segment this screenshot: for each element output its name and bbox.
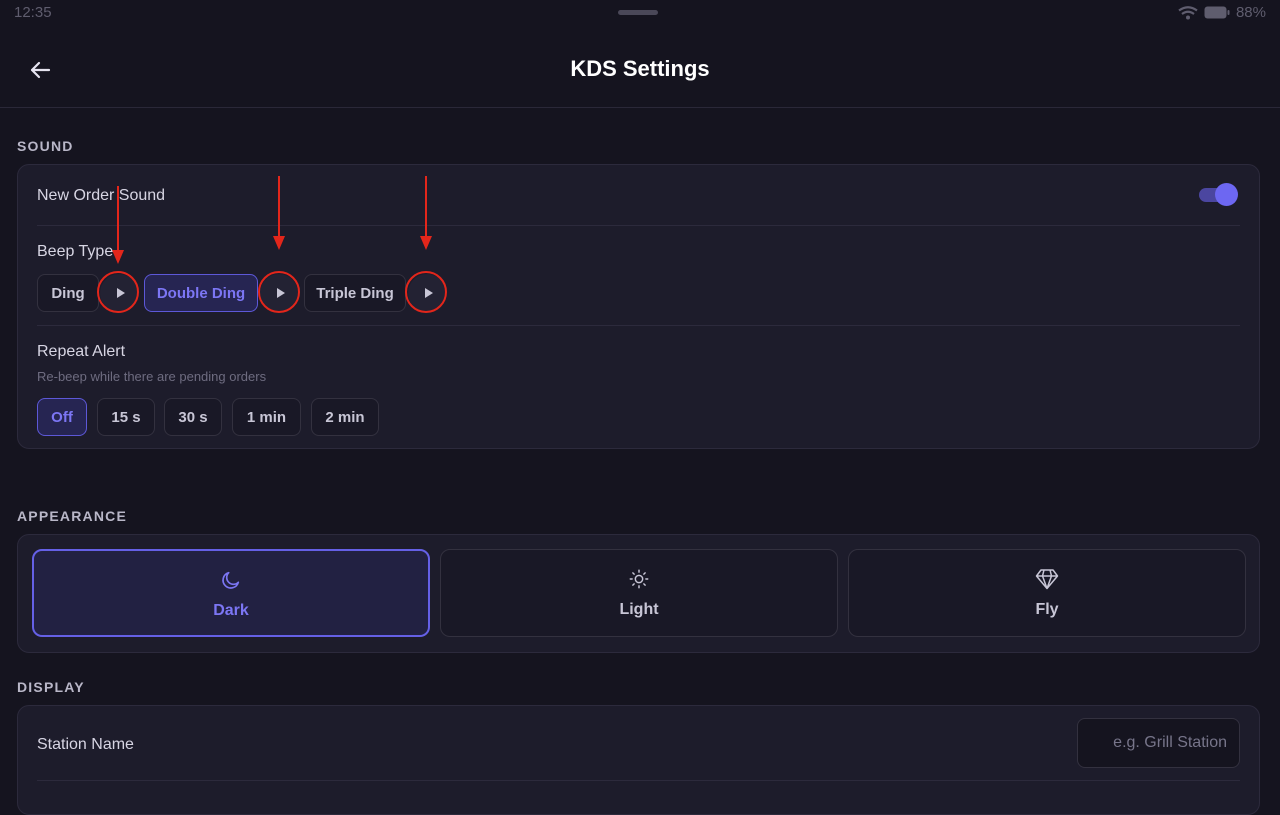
play-ding-button[interactable] — [100, 274, 138, 312]
section-label-appearance: APPEARANCE — [17, 508, 128, 524]
battery-icon — [1204, 6, 1230, 19]
moon-icon — [222, 571, 240, 589]
repeat-option-off[interactable]: Off — [37, 398, 87, 436]
section-label-display: DISPLAY — [17, 679, 85, 695]
theme-option-fly[interactable]: Fly — [848, 549, 1246, 637]
beep-option-ding[interactable]: Ding — [37, 274, 99, 312]
repeat-option-2min[interactable]: 2 min — [311, 398, 379, 436]
drag-handle[interactable] — [618, 10, 658, 15]
repeat-alert-subtitle: Re-beep while there are pending orders — [37, 369, 267, 384]
theme-label-light: Light — [619, 601, 659, 618]
battery-percent: 88% — [1235, 4, 1266, 21]
play-double-ding-button[interactable] — [260, 274, 298, 312]
play-triple-ding-button[interactable] — [408, 274, 446, 312]
repeat-option-1min[interactable]: 1 min — [232, 398, 301, 436]
status-right: 88% — [1178, 4, 1266, 21]
new-order-sound-label: New Order Sound — [37, 187, 166, 204]
status-time: 12:35 — [14, 4, 52, 21]
section-label-sound: SOUND — [17, 138, 74, 154]
divider — [37, 325, 1240, 326]
page-title: KDS Settings — [570, 56, 710, 81]
sound-card: New Order Sound Beep Type Ding Double Di… — [17, 164, 1260, 449]
divider — [37, 225, 1240, 226]
repeat-alert-label: Repeat Alert — [37, 343, 126, 360]
theme-option-dark[interactable]: Dark — [32, 549, 430, 637]
sun-icon — [629, 569, 649, 589]
top-bar: KDS Settings — [0, 26, 1280, 108]
repeat-option-15s[interactable]: 15 s — [97, 398, 155, 436]
theme-label-fly: Fly — [1035, 601, 1059, 618]
station-name-label: Station Name — [37, 736, 134, 753]
status-bar: 12:35 88% — [0, 0, 1280, 26]
new-order-sound-toggle[interactable] — [1199, 183, 1238, 206]
diamond-icon — [1035, 569, 1059, 590]
theme-label-dark: Dark — [213, 602, 249, 619]
beep-option-double-ding[interactable]: Double Ding — [144, 274, 258, 312]
beep-type-label: Beep Type — [37, 243, 114, 260]
beep-option-triple-ding[interactable]: Triple Ding — [304, 274, 406, 312]
toggle-knob — [1215, 183, 1238, 206]
repeat-option-30s[interactable]: 30 s — [164, 398, 222, 436]
wifi-icon — [1178, 5, 1198, 19]
display-card: Station Name — [17, 705, 1260, 815]
divider — [37, 780, 1240, 781]
station-name-input[interactable] — [1077, 718, 1240, 768]
appearance-card: Dark Light Fly — [17, 534, 1260, 653]
theme-option-light[interactable]: Light — [440, 549, 838, 637]
